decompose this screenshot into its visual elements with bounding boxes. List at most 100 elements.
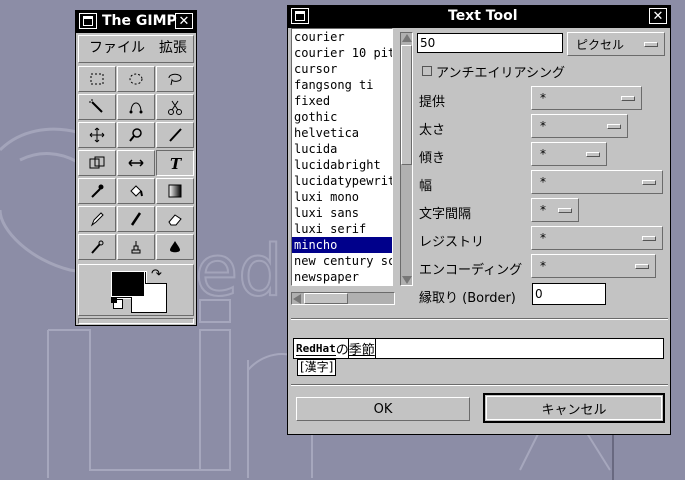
scissors-tool-button[interactable] [156, 94, 194, 120]
default-colors-icon[interactable] [111, 297, 123, 309]
font-list-item[interactable]: mincho [292, 237, 392, 253]
spacing-select[interactable]: * [531, 198, 579, 222]
bezier-select-tool-button[interactable] [117, 94, 155, 120]
antialias-checkbox[interactable] [422, 66, 432, 76]
scroll-up-icon[interactable] [402, 34, 412, 42]
scissors-icon [168, 100, 182, 115]
gimp-toolbox-window: The GIMP ✕ ファイル 拡張 T ↷ [75, 10, 197, 326]
font-list-item[interactable]: lucida [292, 141, 392, 157]
font-list-item[interactable]: new century schoolbook [292, 253, 392, 269]
preview-text-latin: RedHat [296, 341, 336, 356]
antialias-label: アンチエイリアシング [436, 66, 565, 81]
weight-label: 太さ [419, 123, 446, 138]
swap-colors-icon[interactable]: ↷ [151, 267, 162, 282]
lasso-tool-button[interactable] [156, 66, 194, 92]
font-list[interactable]: couriercourier 10 pitchcursorfangsong ti… [291, 28, 393, 286]
text-tool-tool-button[interactable]: T [156, 150, 194, 176]
rect-select-tool-button[interactable] [78, 66, 116, 92]
encoding-label: エンコーディング [419, 263, 523, 278]
font-list-item[interactable]: courier [292, 29, 392, 45]
transform-icon [89, 156, 105, 169]
convolve-icon [170, 241, 180, 253]
vscroll-thumb[interactable] [401, 45, 412, 165]
hscroll-thumb[interactable] [304, 293, 348, 304]
font-list-vscrollbar[interactable] [400, 32, 413, 286]
font-list-item[interactable]: cursor [292, 61, 392, 77]
move-tool-button[interactable] [78, 122, 116, 148]
registry-select[interactable]: * [531, 226, 663, 250]
color-picker-tool-button[interactable] [78, 178, 116, 204]
menu-extensions[interactable]: 拡張 [159, 36, 187, 60]
weight-value: * [540, 119, 546, 133]
window-menu-icon[interactable] [291, 8, 309, 24]
ok-button[interactable]: OK [296, 397, 470, 421]
unit-select[interactable]: ピクセル [567, 32, 665, 56]
paintbrush-icon [130, 212, 142, 226]
font-list-item[interactable]: lucidabright [292, 157, 392, 173]
ok-button-label: OK [373, 401, 393, 417]
magnify-icon [129, 128, 142, 142]
airbrush-icon [91, 240, 104, 254]
color-area: ↷ [78, 264, 194, 316]
flip-icon [128, 159, 144, 167]
menu-file[interactable]: ファイル [89, 36, 145, 60]
blend-icon [168, 184, 182, 198]
border-field[interactable] [532, 283, 606, 305]
cancel-button[interactable]: キャンセル [483, 393, 665, 423]
pencil-tool-button[interactable] [78, 206, 116, 232]
eraser-tool-button[interactable] [156, 206, 194, 232]
bucket-fill-tool-button[interactable] [117, 178, 155, 204]
font-size-field[interactable] [417, 33, 563, 53]
crop-tool-button[interactable] [156, 122, 194, 148]
clone-tool-button[interactable] [117, 234, 155, 260]
gimp-title: The GIMP [102, 13, 177, 29]
weight-select[interactable]: * [531, 114, 628, 138]
spacing-value: * [540, 203, 546, 217]
window-menu-icon[interactable] [79, 13, 97, 29]
encoding-value: * [540, 259, 546, 273]
paintbrush-tool-button[interactable] [117, 206, 155, 232]
width-value: * [540, 175, 546, 189]
close-icon[interactable]: ✕ [175, 13, 193, 29]
scroll-left-icon[interactable] [293, 294, 301, 304]
registry-value: * [540, 231, 546, 245]
text-tool-title: Text Tool [448, 8, 518, 24]
font-list-item[interactable]: gothic [292, 109, 392, 125]
text-tool-titlebar[interactable]: Text Tool ✕ [288, 6, 670, 28]
foreground-color-swatch-front[interactable] [111, 271, 145, 297]
font-list-item[interactable]: newspaper [292, 269, 392, 285]
blend-tool-button[interactable] [156, 178, 194, 204]
airbrush-tool-button[interactable] [78, 234, 116, 260]
font-list-item[interactable]: luxi mono [292, 189, 392, 205]
separator [291, 318, 668, 320]
font-list-item[interactable]: helvetica [292, 125, 392, 141]
magnify-tool-button[interactable] [117, 122, 155, 148]
font-list-item[interactable]: luxi sans [292, 205, 392, 221]
font-list-hscrollbar[interactable] [291, 292, 395, 305]
foundry-value: * [540, 91, 546, 105]
convolve-tool-button[interactable] [156, 234, 194, 260]
slant-select[interactable]: * [531, 142, 607, 166]
scroll-down-icon[interactable] [402, 276, 412, 284]
rect-select-icon [90, 73, 104, 85]
font-list-item[interactable]: luxi serif [292, 221, 392, 237]
registry-label: レジストリ [419, 235, 485, 250]
close-icon[interactable]: ✕ [649, 8, 667, 24]
gimp-titlebar[interactable]: The GIMP ✕ [76, 11, 196, 33]
flip-tool-button[interactable] [117, 150, 155, 176]
foundry-select[interactable]: * [531, 86, 642, 110]
ellipse-select-tool-button[interactable] [117, 66, 155, 92]
font-list-item[interactable]: fixed [292, 93, 392, 109]
move-icon [89, 127, 105, 143]
font-list-item[interactable]: lucidatypewriter [292, 173, 392, 189]
magic-wand-icon [89, 99, 103, 113]
preview-text-field[interactable]: RedHat の 季節 [293, 338, 664, 359]
transform-tool-button[interactable] [78, 150, 116, 176]
encoding-select[interactable]: * [531, 254, 656, 278]
pencil-icon [90, 212, 104, 227]
font-list-item[interactable]: courier 10 pitch [292, 45, 392, 61]
magic-wand-tool-button[interactable] [78, 94, 116, 120]
width-select[interactable]: * [531, 170, 663, 194]
color-picker-icon [91, 184, 104, 198]
font-list-item[interactable]: fangsong ti [292, 77, 392, 93]
